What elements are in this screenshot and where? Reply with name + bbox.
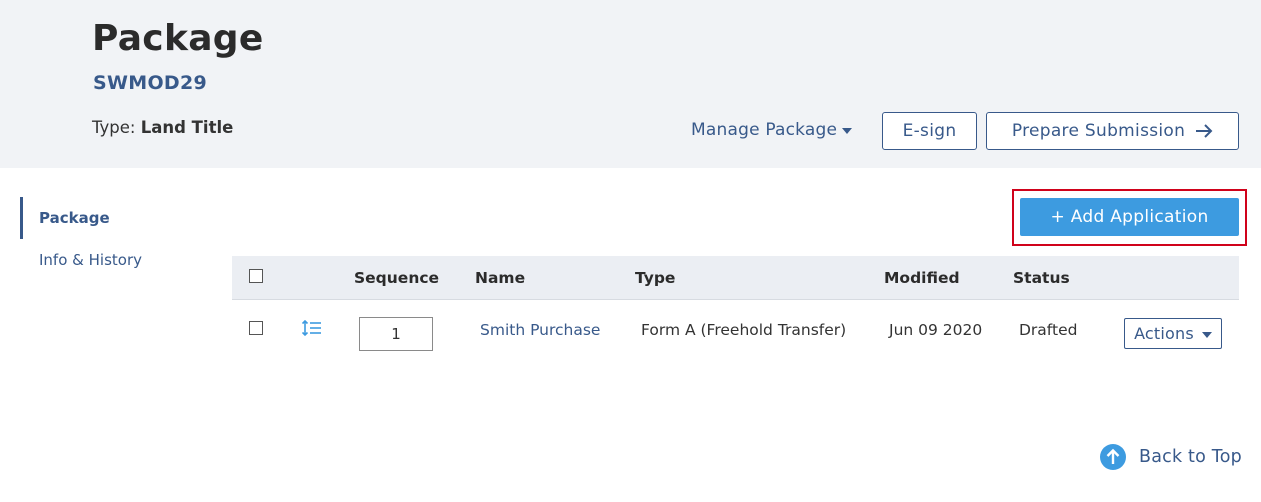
application-type: Form A (Freehold Transfer) <box>641 321 847 339</box>
application-status: Drafted <box>1019 321 1078 339</box>
select-all-checkbox[interactable] <box>249 269 263 283</box>
column-header-sequence: Sequence <box>354 269 440 287</box>
manage-package-label: Manage Package <box>691 120 838 140</box>
column-header-type: Type <box>635 269 676 287</box>
actions-dropdown-button[interactable]: Actions <box>1124 318 1222 349</box>
reorder-icon[interactable] <box>301 319 322 337</box>
arrow-right-icon <box>1195 124 1213 138</box>
chevron-down-icon <box>842 128 853 134</box>
prepare-submission-button[interactable]: Prepare Submission <box>986 112 1239 150</box>
esign-button[interactable]: E-sign <box>882 112 977 150</box>
package-id: SWMOD29 <box>93 72 208 94</box>
column-header-modified: Modified <box>884 269 960 287</box>
sequence-input[interactable] <box>359 317 433 351</box>
actions-label: Actions <box>1134 324 1194 343</box>
column-header-status: Status <box>1013 269 1070 287</box>
back-to-top-link[interactable]: Back to Top <box>1100 444 1242 470</box>
package-type-label: Type: <box>92 118 136 137</box>
table-header: Sequence Name Type Modified Status <box>232 256 1239 300</box>
application-modified: Jun 09 2020 <box>889 321 983 339</box>
row-checkbox[interactable] <box>249 321 263 335</box>
sidebar-item-info-history[interactable]: Info & History <box>39 251 142 269</box>
back-to-top-label: Back to Top <box>1139 447 1242 467</box>
manage-package-menu[interactable]: Manage Package <box>691 120 853 140</box>
sidebar-item-package[interactable]: Package <box>39 209 110 227</box>
sidebar-active-indicator <box>20 197 23 239</box>
arrow-up-circle-icon <box>1100 444 1126 470</box>
page-title: Package <box>92 18 264 59</box>
package-type: Type: Land Title <box>92 118 233 137</box>
application-name-link[interactable]: Smith Purchase <box>480 321 600 339</box>
add-application-button[interactable]: + Add Application <box>1020 198 1239 236</box>
column-header-name: Name <box>475 269 526 287</box>
prepare-submission-label: Prepare Submission <box>1011 121 1186 141</box>
chevron-down-icon <box>1201 331 1212 338</box>
esign-button-label: E-sign <box>902 121 957 141</box>
package-type-value: Land Title <box>140 118 234 137</box>
page-header: Package SWMOD29 Type: Land Title Manage … <box>0 0 1261 168</box>
